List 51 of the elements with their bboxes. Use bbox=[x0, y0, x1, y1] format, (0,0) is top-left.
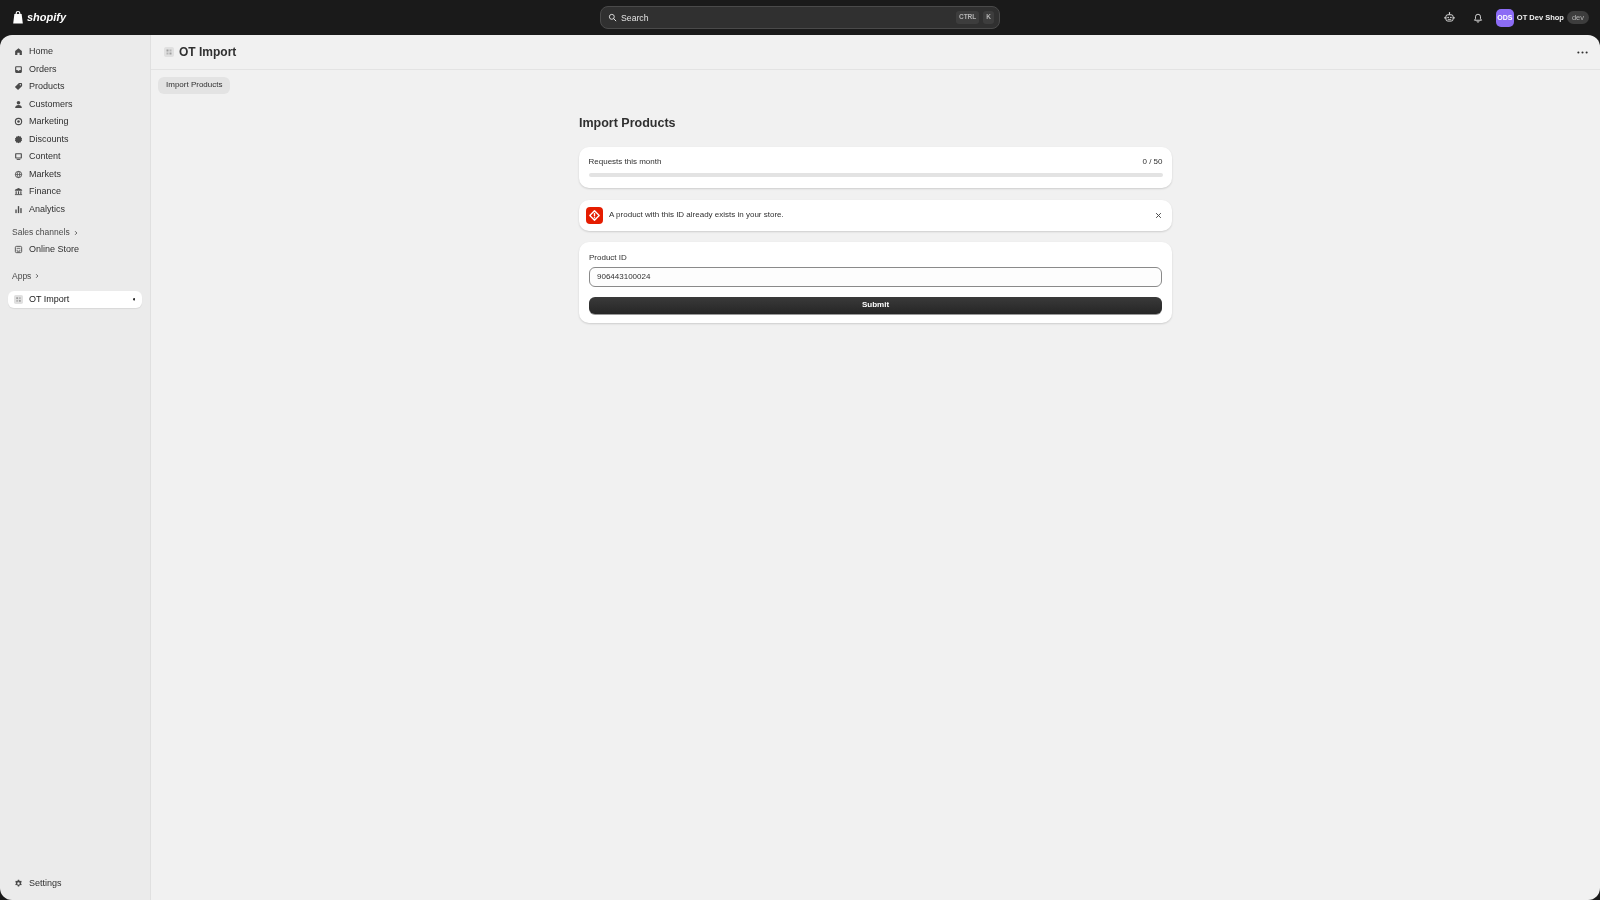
nav-item[interactable]: Home bbox=[8, 43, 142, 61]
chevron-right-icon bbox=[34, 273, 41, 279]
submit-button[interactable]: Submit bbox=[589, 296, 1162, 314]
tab[interactable]: Import Products bbox=[158, 77, 231, 94]
page-title: OT Import bbox=[179, 44, 237, 61]
logo-text: shopify bbox=[27, 12, 67, 23]
nav-item[interactable]: Customers bbox=[8, 95, 142, 113]
home-icon bbox=[14, 47, 23, 57]
usage-label: Requests this month bbox=[588, 156, 662, 168]
nav-item[interactable]: Marketing bbox=[8, 113, 142, 131]
settings-icon bbox=[14, 878, 23, 888]
nav-item[interactable]: Markets bbox=[8, 165, 142, 183]
nav-item[interactable]: Orders bbox=[8, 60, 142, 78]
globe-icon bbox=[14, 169, 23, 179]
bank-icon bbox=[14, 187, 23, 197]
person-icon bbox=[14, 99, 23, 109]
app-icon bbox=[14, 294, 23, 304]
close-icon bbox=[1154, 211, 1162, 219]
storefront-icon bbox=[14, 245, 23, 255]
alert-message: A product with this ID already exists in your store. bbox=[609, 209, 784, 221]
nav-item[interactable]: Products bbox=[8, 78, 142, 96]
nav-item[interactable]: OT Import bbox=[8, 290, 142, 308]
nav-item[interactable]: Content bbox=[8, 148, 142, 166]
field-label: Product ID bbox=[589, 251, 627, 263]
search-input[interactable]: Search bbox=[621, 9, 952, 26]
monitor-icon bbox=[14, 152, 23, 162]
alert-diamond-icon bbox=[586, 206, 603, 224]
nav-item[interactable]: Online Store bbox=[8, 241, 142, 259]
seal-icon bbox=[14, 134, 23, 144]
app-icon bbox=[164, 47, 174, 57]
search-icon bbox=[608, 13, 617, 22]
nav-item[interactable]: Finance bbox=[8, 183, 142, 201]
chevron-right-icon bbox=[72, 229, 79, 236]
usage-reading: 0 / 50 bbox=[1142, 156, 1163, 168]
dismiss-button[interactable] bbox=[1153, 210, 1163, 220]
inbox-icon bbox=[14, 64, 23, 74]
bar-chart-icon bbox=[14, 204, 23, 214]
section-link[interactable]: Sales channels bbox=[8, 224, 142, 241]
section-title: Import Products bbox=[579, 115, 677, 131]
shopping-bag-icon bbox=[12, 10, 24, 25]
target-icon bbox=[14, 117, 23, 127]
nav-item[interactable]: Discounts bbox=[8, 130, 142, 148]
robot-icon bbox=[1444, 12, 1456, 23]
bell-icon bbox=[1472, 12, 1483, 23]
tag-icon bbox=[14, 82, 23, 92]
nav-item[interactable]: Analytics bbox=[8, 200, 142, 218]
section-link[interactable]: Apps bbox=[8, 267, 142, 285]
dot-icon bbox=[132, 298, 135, 301]
product-id-input[interactable]: 906443100024 bbox=[589, 266, 1162, 287]
more-icon bbox=[1576, 50, 1588, 54]
nav-item[interactable]: Settings bbox=[8, 874, 142, 892]
